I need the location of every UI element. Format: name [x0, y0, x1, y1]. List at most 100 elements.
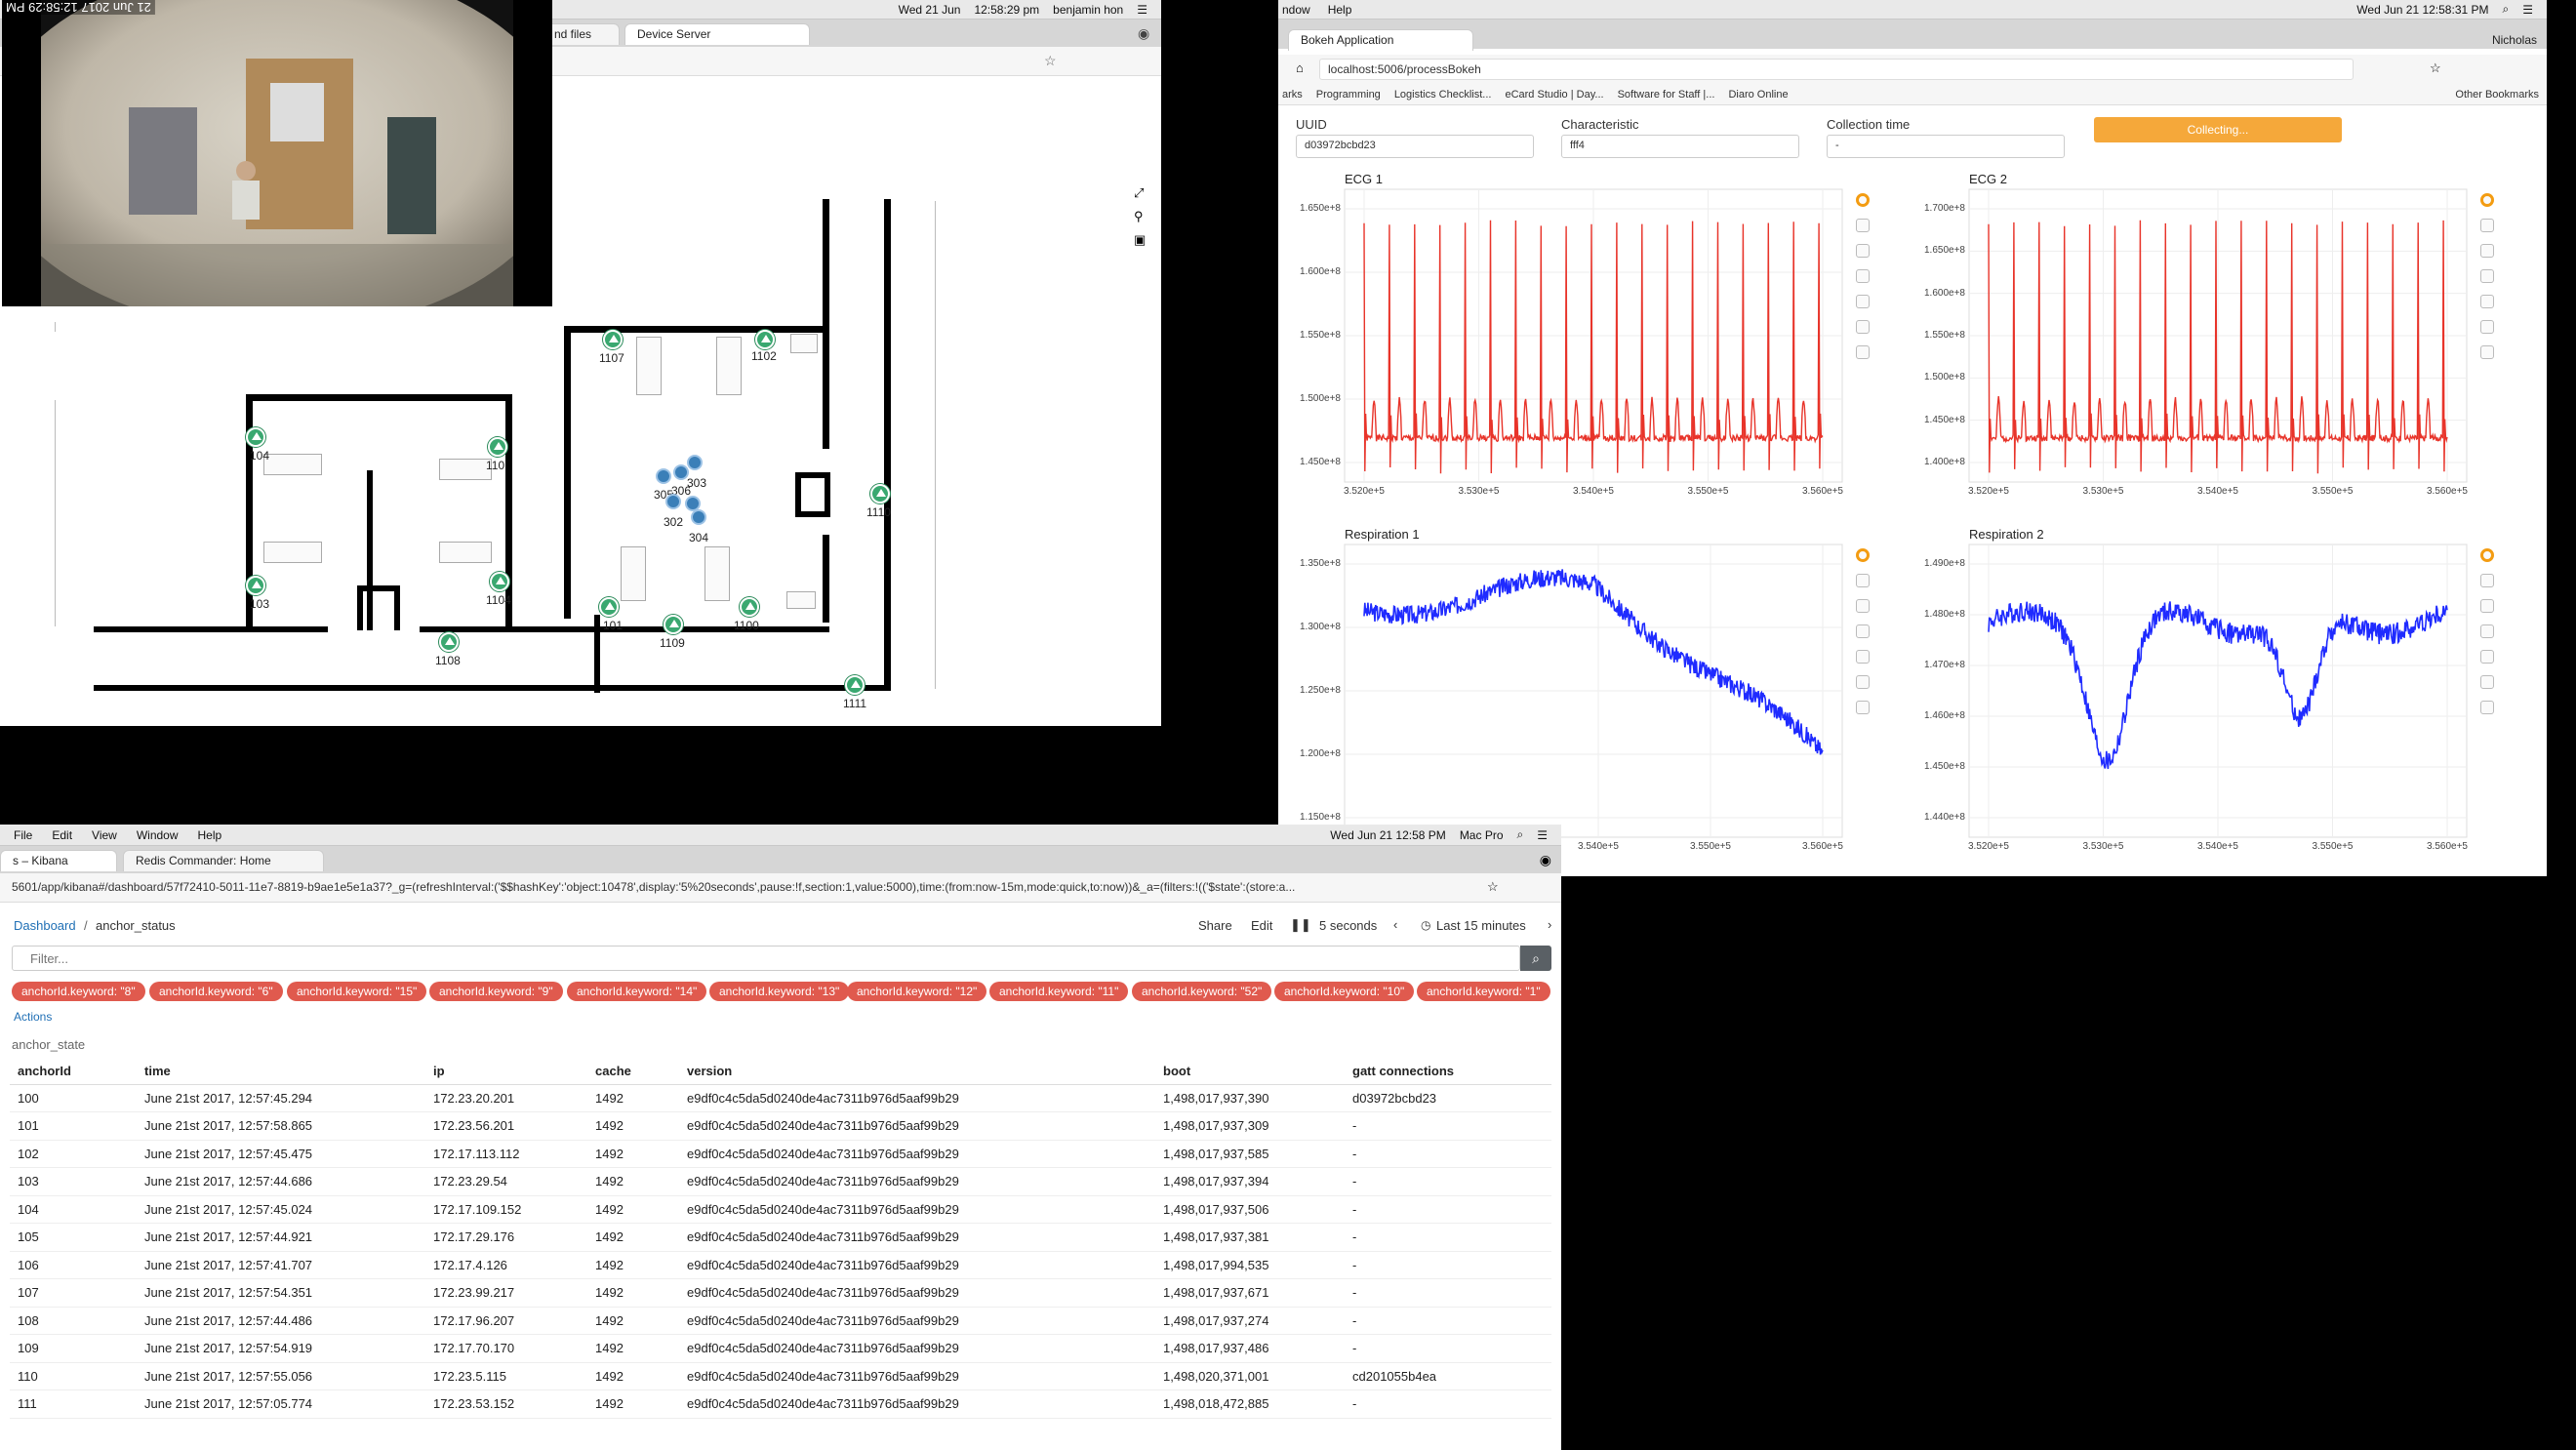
column-header[interactable]: gatt connections	[1345, 1059, 1551, 1085]
save-icon[interactable]	[1856, 295, 1870, 308]
pause-icon[interactable]: ❚❚	[1290, 917, 1311, 933]
anchor-marker[interactable]	[664, 615, 683, 634]
help-icon[interactable]	[1856, 345, 1870, 359]
collecting-button[interactable]: Collecting...	[2094, 117, 2342, 142]
column-header[interactable]: time	[137, 1059, 425, 1085]
pan-icon[interactable]	[1856, 574, 1870, 587]
tab-redis-commander[interactable]: Redis Commander: Home	[123, 850, 324, 871]
share-button[interactable]: Share	[1198, 918, 1232, 933]
tag-marker[interactable]	[687, 455, 703, 470]
filter-pill[interactable]: anchorId.keyword: "9"	[429, 982, 563, 1001]
tag-marker[interactable]	[665, 494, 681, 509]
filter-pill[interactable]: anchorId.keyword: "10"	[1274, 982, 1415, 1001]
refresh-interval[interactable]: 5 seconds	[1319, 918, 1377, 933]
menu-list-icon[interactable]: ☰	[1137, 3, 1147, 17]
reset-icon[interactable]	[2480, 320, 2494, 334]
time-range[interactable]: Last 15 minutes	[1436, 918, 1526, 933]
filter-search-button[interactable]: ⌕	[1520, 946, 1551, 971]
star-icon[interactable]: ☆	[1044, 53, 1057, 69]
anchor-marker[interactable]	[845, 675, 865, 695]
bokeh-logo-icon[interactable]	[2480, 548, 2494, 562]
anchor-marker[interactable]	[599, 597, 619, 617]
chevron-right-icon[interactable]: ›	[1548, 917, 1551, 932]
filter-pill[interactable]: anchorId.keyword: "8"	[12, 982, 145, 1001]
tag-marker[interactable]	[656, 468, 671, 484]
column-header[interactable]: boot	[1155, 1059, 1345, 1085]
reset-icon[interactable]	[1856, 675, 1870, 689]
help-icon[interactable]	[2480, 701, 2494, 714]
filter-pill[interactable]: anchorId.keyword: "1"	[1417, 982, 1550, 1001]
tab-kibana[interactable]: s – Kibana	[0, 850, 117, 871]
breadcrumb-dashboard[interactable]: Dashboard	[14, 918, 76, 933]
anchor-marker[interactable]	[488, 437, 507, 457]
print-icon[interactable]: ▣	[1134, 232, 1146, 248]
tag-marker[interactable]	[691, 509, 706, 525]
expand-icon[interactable]: ⤢	[1134, 185, 1144, 201]
reset-icon[interactable]	[2480, 675, 2494, 689]
filter-pill[interactable]: anchorId.keyword: "52"	[1132, 982, 1272, 1001]
anchor-marker[interactable]	[439, 632, 459, 652]
bokeh-logo-icon[interactable]	[1856, 193, 1870, 207]
tab-nd-files[interactable]: nd files	[542, 23, 620, 45]
menu-list-icon[interactable]: ☰	[1537, 828, 1548, 842]
menu-edit[interactable]: Edit	[42, 828, 82, 842]
edit-button[interactable]: Edit	[1251, 918, 1272, 933]
menu-view[interactable]: View	[82, 828, 127, 842]
profile-icon[interactable]: ◉	[1540, 852, 1551, 868]
star-icon[interactable]: ☆	[1487, 879, 1499, 895]
filter-input[interactable]	[12, 946, 1520, 971]
star-icon[interactable]: ☆	[2430, 60, 2441, 76]
zoom-icon[interactable]	[1856, 599, 1870, 613]
wheel-zoom-icon[interactable]	[2480, 624, 2494, 638]
plot-canvas[interactable]	[1903, 521, 2527, 872]
plot-canvas[interactable]	[1278, 166, 1903, 517]
anchor-marker[interactable]	[490, 572, 509, 591]
column-header[interactable]: ip	[425, 1059, 587, 1085]
tab-device-server[interactable]: Device Server	[624, 23, 810, 45]
wheel-zoom-icon[interactable]	[1856, 624, 1870, 638]
bokeh-url-bar[interactable]: localhost:5006/processBokeh	[1319, 59, 2354, 80]
filter-pill[interactable]: anchorId.keyword: "13"	[709, 982, 850, 1001]
profile-icon[interactable]: ◉	[1138, 25, 1149, 42]
plot-canvas[interactable]	[1903, 166, 2527, 517]
bookmark[interactable]: Software for Staff |...	[1618, 89, 1715, 101]
anchor-marker[interactable]	[755, 330, 775, 349]
tag-marker[interactable]	[685, 496, 701, 511]
kibana-url-bar[interactable]: 5601/app/kibana#/dashboard/57f72410-5011…	[4, 877, 1475, 897]
anchor-marker[interactable]	[870, 484, 890, 503]
menu-list-icon[interactable]: ☰	[2522, 3, 2533, 17]
column-header[interactable]: version	[679, 1059, 1155, 1085]
uuid-select[interactable]: d03972bcbd23	[1296, 135, 1534, 158]
search-icon[interactable]: ⌕	[1517, 827, 1524, 842]
zoom-icon[interactable]	[1856, 244, 1870, 258]
pin-icon[interactable]: ⚲	[1134, 209, 1144, 224]
filter-pill[interactable]: anchorId.keyword: "11"	[989, 982, 1129, 1001]
menu-window[interactable]: Window	[127, 828, 188, 842]
menu-help[interactable]: Help	[188, 828, 232, 842]
anchor-marker[interactable]	[246, 427, 265, 447]
column-header[interactable]: anchorId	[10, 1059, 137, 1085]
actions-link[interactable]: Actions	[14, 1010, 52, 1024]
zoom-icon[interactable]	[2480, 244, 2494, 258]
reload-icon[interactable]: ⌂	[1296, 60, 1304, 75]
search-icon[interactable]: ⌕	[2503, 2, 2510, 17]
anchor-marker[interactable]	[603, 330, 623, 349]
pan-icon[interactable]	[2480, 574, 2494, 587]
column-header[interactable]: cache	[587, 1059, 679, 1085]
bokeh-logo-icon[interactable]	[1856, 548, 1870, 562]
save-icon[interactable]	[2480, 650, 2494, 664]
wheel-zoom-icon[interactable]	[1856, 269, 1870, 283]
pan-icon[interactable]	[1856, 219, 1870, 232]
filter-pill[interactable]: anchorId.keyword: "14"	[567, 982, 707, 1001]
bokeh-logo-icon[interactable]	[2480, 193, 2494, 207]
bookmark[interactable]: eCard Studio | Day...	[1505, 89, 1603, 101]
menu-file[interactable]: File	[0, 828, 42, 842]
other-bookmarks[interactable]: Other Bookmarks	[2455, 89, 2547, 101]
filter-pill[interactable]: anchorId.keyword: "15"	[287, 982, 427, 1001]
collection-time-select[interactable]: -	[1827, 135, 2065, 158]
zoom-icon[interactable]	[2480, 599, 2494, 613]
save-icon[interactable]	[2480, 295, 2494, 308]
bookmark[interactable]: Programming	[1316, 89, 1381, 101]
reset-icon[interactable]	[1856, 320, 1870, 334]
help-icon[interactable]	[1856, 701, 1870, 714]
